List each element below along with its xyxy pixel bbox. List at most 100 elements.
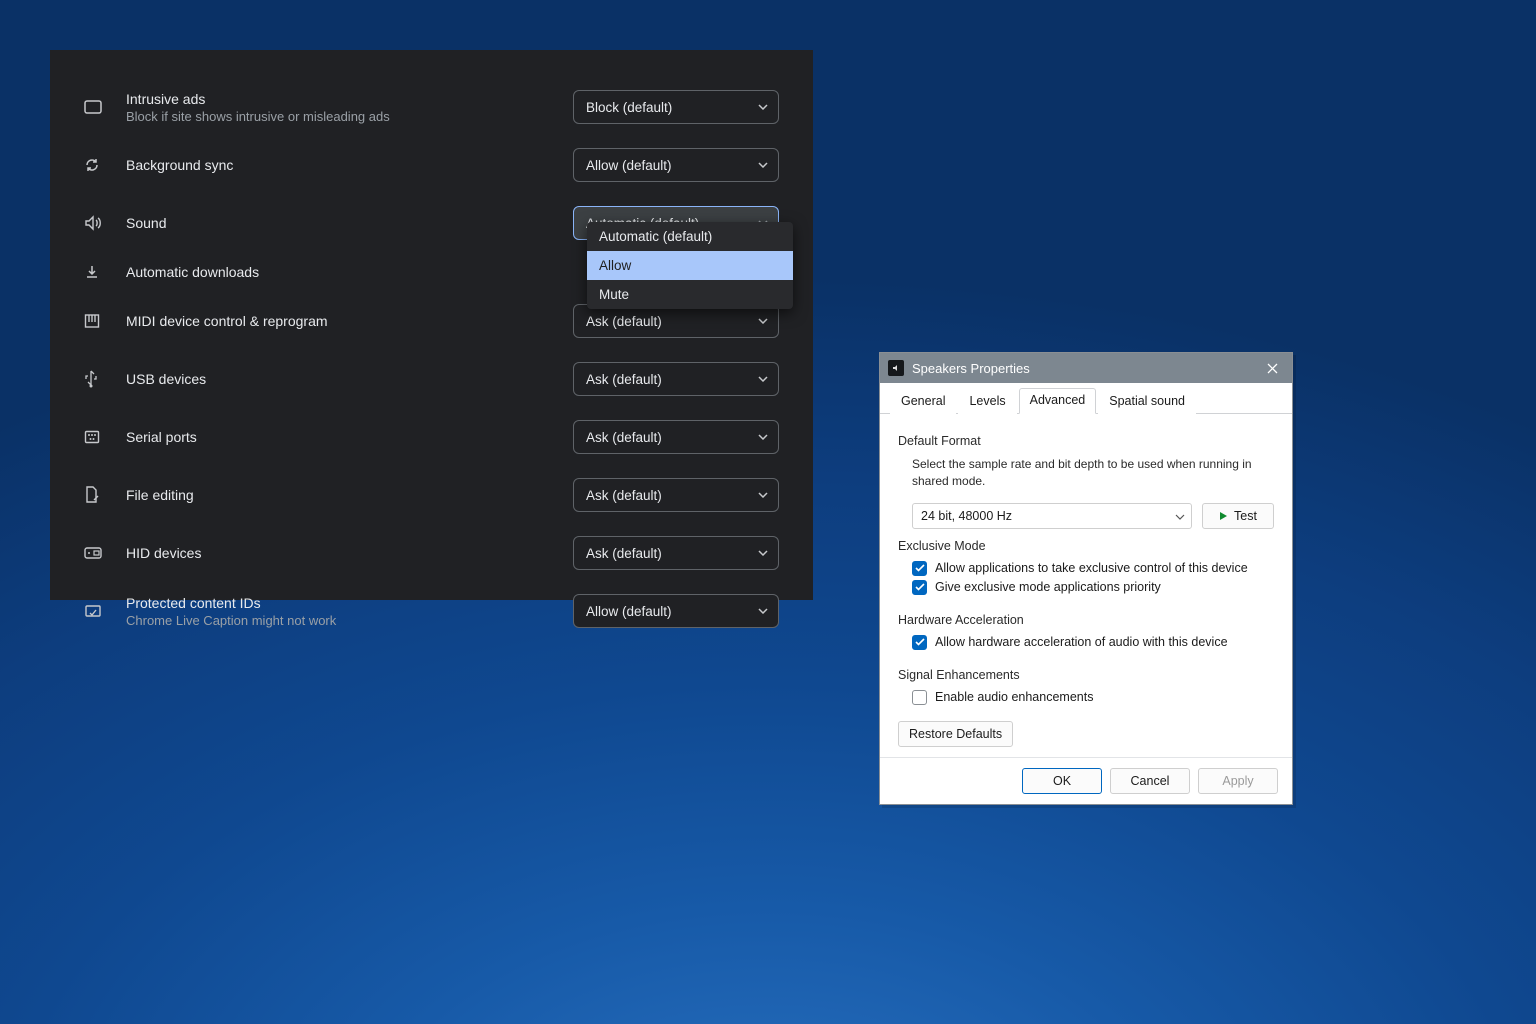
- download-icon: [84, 264, 126, 280]
- setting-title: Background sync: [126, 157, 573, 173]
- sound-option-automatic[interactable]: Automatic (default): [587, 222, 793, 251]
- tab-advanced[interactable]: Advanced: [1019, 388, 1097, 414]
- exclusive-priority-checkbox-row[interactable]: Give exclusive mode applications priorit…: [912, 580, 1274, 595]
- dialog-titlebar[interactable]: Speakers Properties: [880, 353, 1292, 383]
- setting-select-background-sync[interactable]: Allow (default): [573, 148, 779, 182]
- chrome-site-settings-panel: Intrusive ads Block if site shows intrus…: [50, 50, 813, 600]
- select-value: Block (default): [586, 100, 672, 115]
- select-value: Ask (default): [586, 372, 662, 387]
- dialog-body: Default Format Select the sample rate an…: [880, 414, 1292, 757]
- audio-enh-checkbox-row[interactable]: Enable audio enhancements: [912, 690, 1274, 705]
- tab-spatial-sound[interactable]: Spatial sound: [1098, 389, 1196, 414]
- chevron-down-icon: [758, 434, 768, 440]
- select-value: 24 bit, 48000 Hz: [921, 509, 1012, 523]
- sound-option-mute[interactable]: Mute: [587, 280, 793, 309]
- setting-select-protected-content[interactable]: Allow (default): [573, 594, 779, 628]
- tab-levels[interactable]: Levels: [958, 389, 1016, 414]
- dialog-tabs: General Levels Advanced Spatial sound: [880, 383, 1292, 414]
- tab-general[interactable]: General: [890, 389, 956, 414]
- chevron-down-icon: [758, 318, 768, 324]
- serial-icon: [84, 430, 126, 444]
- hw-accel-checkbox-row[interactable]: Allow hardware acceleration of audio wit…: [912, 635, 1274, 650]
- play-icon: [1219, 511, 1228, 521]
- select-value: Ask (default): [586, 314, 662, 329]
- speaker-app-icon: [888, 360, 904, 376]
- file-edit-icon: [84, 486, 126, 504]
- checkbox-icon: [912, 561, 927, 576]
- exclusive-mode-heading: Exclusive Mode: [898, 539, 1274, 553]
- setting-subtitle: Block if site shows intrusive or mislead…: [126, 109, 573, 124]
- chevron-down-icon: [758, 376, 768, 382]
- setting-title: Sound: [126, 215, 573, 231]
- setting-row-intrusive-ads: Intrusive ads Block if site shows intrus…: [84, 78, 779, 136]
- select-value: Ask (default): [586, 430, 662, 445]
- checkbox-label: Allow hardware acceleration of audio wit…: [935, 635, 1228, 649]
- setting-row-background-sync: Background sync Allow (default): [84, 136, 779, 194]
- checkbox-icon: [912, 690, 927, 705]
- setting-title: File editing: [126, 487, 573, 503]
- midi-icon: [84, 313, 126, 329]
- ok-button[interactable]: OK: [1022, 768, 1102, 794]
- default-format-select[interactable]: 24 bit, 48000 Hz: [912, 503, 1192, 529]
- test-button[interactable]: Test: [1202, 503, 1274, 529]
- sound-dropdown-menu: Automatic (default) Allow Mute: [587, 222, 793, 309]
- default-format-heading: Default Format: [898, 434, 1274, 448]
- close-icon: [1267, 363, 1278, 374]
- select-value: Allow (default): [586, 158, 672, 173]
- signal-enh-heading: Signal Enhancements: [898, 668, 1274, 682]
- sound-option-allow[interactable]: Allow: [587, 251, 793, 280]
- button-label: OK: [1053, 774, 1071, 788]
- checkbox-icon: [912, 580, 927, 595]
- chevron-down-icon: [758, 492, 768, 498]
- setting-select-serial[interactable]: Ask (default): [573, 420, 779, 454]
- hid-icon: [84, 547, 126, 559]
- test-button-label: Test: [1234, 509, 1257, 523]
- setting-title: HID devices: [126, 545, 573, 561]
- setting-row-file-editing: File editing Ask (default): [84, 466, 779, 524]
- setting-title: Protected content IDs: [126, 595, 573, 611]
- setting-select-hid[interactable]: Ask (default): [573, 536, 779, 570]
- checkbox-label: Allow applications to take exclusive con…: [935, 561, 1248, 575]
- button-label: Cancel: [1131, 774, 1170, 788]
- setting-row-hid: HID devices Ask (default): [84, 524, 779, 582]
- chevron-down-icon: [758, 162, 768, 168]
- sync-icon: [84, 157, 126, 173]
- chevron-down-icon: [758, 550, 768, 556]
- setting-select-file-editing[interactable]: Ask (default): [573, 478, 779, 512]
- dialog-title: Speakers Properties: [912, 361, 1252, 376]
- chevron-down-icon: [758, 104, 768, 110]
- restore-defaults-button[interactable]: Restore Defaults: [898, 721, 1013, 747]
- select-value: Ask (default): [586, 488, 662, 503]
- setting-title: USB devices: [126, 371, 573, 387]
- button-label: Restore Defaults: [909, 727, 1002, 741]
- ads-icon: [84, 100, 126, 114]
- usb-icon: [84, 370, 126, 388]
- chevron-down-icon: [758, 608, 768, 614]
- setting-row-usb: USB devices Ask (default): [84, 350, 779, 408]
- speakers-properties-dialog: Speakers Properties General Levels Advan…: [879, 352, 1293, 805]
- apply-button[interactable]: Apply: [1198, 768, 1278, 794]
- setting-subtitle: Chrome Live Caption might not work: [126, 613, 573, 628]
- setting-row-serial: Serial ports Ask (default): [84, 408, 779, 466]
- setting-title: Automatic downloads: [126, 264, 573, 280]
- sound-icon: [84, 215, 126, 231]
- close-button[interactable]: [1252, 353, 1292, 383]
- cancel-button[interactable]: Cancel: [1110, 768, 1190, 794]
- select-value: Ask (default): [586, 546, 662, 561]
- button-label: Apply: [1222, 774, 1253, 788]
- checkbox-label: Enable audio enhancements: [935, 690, 1093, 704]
- setting-title: MIDI device control & reprogram: [126, 313, 573, 329]
- setting-title: Intrusive ads: [126, 91, 573, 107]
- exclusive-control-checkbox-row[interactable]: Allow applications to take exclusive con…: [912, 561, 1274, 576]
- select-value: Allow (default): [586, 604, 672, 619]
- setting-select-usb[interactable]: Ask (default): [573, 362, 779, 396]
- default-format-desc: Select the sample rate and bit depth to …: [912, 456, 1274, 491]
- setting-select-midi[interactable]: Ask (default): [573, 304, 779, 338]
- checkbox-icon: [912, 635, 927, 650]
- setting-title: Serial ports: [126, 429, 573, 445]
- protected-icon: [84, 604, 126, 618]
- chevron-down-icon: [1175, 509, 1185, 523]
- checkbox-label: Give exclusive mode applications priorit…: [935, 580, 1161, 594]
- dialog-footer: OK Cancel Apply: [880, 757, 1292, 804]
- setting-select-intrusive-ads[interactable]: Block (default): [573, 90, 779, 124]
